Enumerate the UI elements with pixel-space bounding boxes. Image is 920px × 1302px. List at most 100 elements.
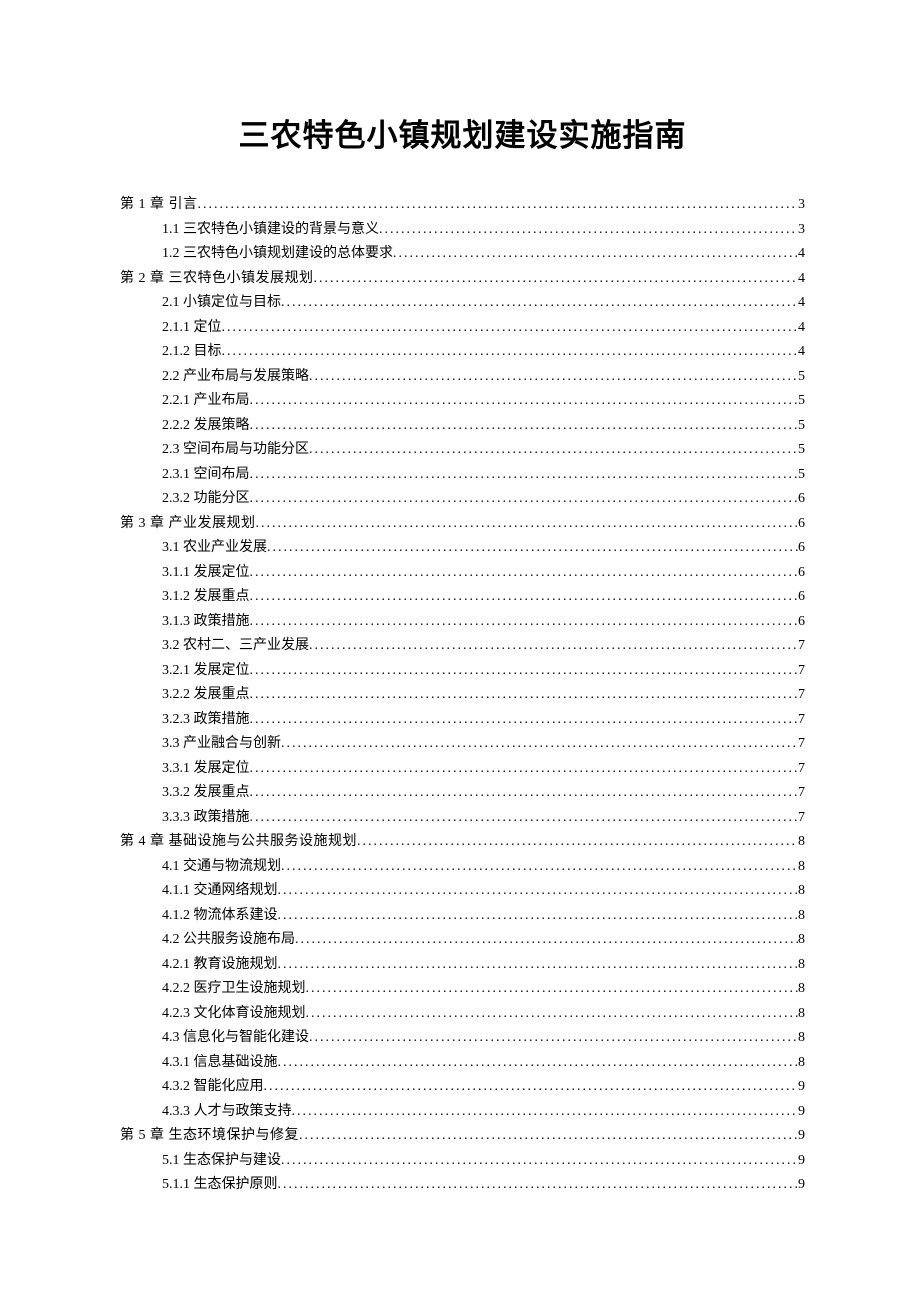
toc-entry[interactable]: 4.3.1 信息基础设施 8 <box>120 1051 805 1076</box>
toc-entry[interactable]: 第 3 章 产业发展规划 6 <box>120 512 805 537</box>
toc-leader-dots <box>314 267 799 292</box>
toc-entry-label: 2.3.2 功能分区 <box>162 487 250 512</box>
toc-leader-dots <box>222 316 799 341</box>
table-of-contents: 第 1 章 引言 31.1 三农特色小镇建设的背景与意义 31.2 三农特色小镇… <box>120 193 805 1198</box>
toc-leader-dots <box>250 781 799 806</box>
toc-leader-dots <box>278 1173 799 1198</box>
toc-entry-label: 4.2.1 教育设施规划 <box>162 953 278 978</box>
toc-entry[interactable]: 5.1 生态保护与建设 9 <box>120 1149 805 1174</box>
toc-entry[interactable]: 第 1 章 引言 3 <box>120 193 805 218</box>
toc-entry[interactable]: 2.3.2 功能分区 6 <box>120 487 805 512</box>
toc-entry[interactable]: 3.2.1 发展定位 7 <box>120 659 805 684</box>
toc-entry-label: 3.1 农业产业发展 <box>162 536 267 561</box>
toc-leader-dots <box>256 512 799 537</box>
toc-entry-label: 4.1.2 物流体系建设 <box>162 904 278 929</box>
toc-entry[interactable]: 2.1.2 目标 4 <box>120 340 805 365</box>
toc-entry[interactable]: 2.2.2 发展策略 5 <box>120 414 805 439</box>
toc-entry[interactable]: 1.2 三农特色小镇规划建设的总体要求 4 <box>120 242 805 267</box>
toc-entry[interactable]: 3.1.2 发展重点 6 <box>120 585 805 610</box>
toc-entry[interactable]: 3.3 产业融合与创新 7 <box>120 732 805 757</box>
toc-entry[interactable]: 第 4 章 基础设施与公共服务设施规划 8 <box>120 830 805 855</box>
toc-entry-page: 8 <box>798 855 805 880</box>
toc-entry[interactable]: 4.2 公共服务设施布局 8 <box>120 928 805 953</box>
toc-entry-label: 3.3 产业融合与创新 <box>162 732 281 757</box>
toc-leader-dots <box>309 634 798 659</box>
toc-entry[interactable]: 4.3.2 智能化应用 9 <box>120 1075 805 1100</box>
toc-leader-dots <box>379 218 798 243</box>
toc-entry-label: 3.1.1 发展定位 <box>162 561 250 586</box>
toc-entry[interactable]: 2.2 产业布局与发展策略 5 <box>120 365 805 390</box>
toc-leader-dots <box>250 585 799 610</box>
toc-entry-page: 4 <box>798 242 805 267</box>
toc-entry[interactable]: 2.1 小镇定位与目标 4 <box>120 291 805 316</box>
toc-entry[interactable]: 第 2 章 三农特色小镇发展规划 4 <box>120 267 805 292</box>
toc-entry[interactable]: 4.1.1 交通网络规划 8 <box>120 879 805 904</box>
toc-entry[interactable]: 2.2.1 产业布局 5 <box>120 389 805 414</box>
toc-entry[interactable]: 1.1 三农特色小镇建设的背景与意义 3 <box>120 218 805 243</box>
toc-entry-label: 2.2.1 产业布局 <box>162 389 250 414</box>
toc-entry-label: 4.3.2 智能化应用 <box>162 1075 264 1100</box>
toc-entry[interactable]: 3.3.2 发展重点 7 <box>120 781 805 806</box>
toc-leader-dots <box>357 830 798 855</box>
toc-entry-label: 4.1 交通与物流规划 <box>162 855 281 880</box>
toc-entry[interactable]: 第 5 章 生态环境保护与修复 9 <box>120 1124 805 1149</box>
toc-entry-label: 4.2.3 文化体育设施规划 <box>162 1002 306 1027</box>
toc-entry-page: 8 <box>798 830 805 855</box>
toc-entry-label: 第 2 章 三农特色小镇发展规划 <box>120 267 314 292</box>
toc-entry[interactable]: 4.2.2 医疗卫生设施规划 8 <box>120 977 805 1002</box>
toc-entry[interactable]: 3.3.3 政策措施 7 <box>120 806 805 831</box>
toc-entry-page: 5 <box>798 414 805 439</box>
toc-entry-label: 2.3 空间布局与功能分区 <box>162 438 309 463</box>
toc-entry[interactable]: 4.2.3 文化体育设施规划 8 <box>120 1002 805 1027</box>
toc-entry[interactable]: 2.3 空间布局与功能分区 5 <box>120 438 805 463</box>
toc-entry-label: 2.3.1 空间布局 <box>162 463 250 488</box>
toc-entry-label: 第 3 章 产业发展规划 <box>120 512 256 537</box>
toc-entry-label: 3.2 农村二、三产业发展 <box>162 634 309 659</box>
toc-entry-label: 第 5 章 生态环境保护与修复 <box>120 1124 299 1149</box>
toc-entry-page: 7 <box>798 683 805 708</box>
toc-leader-dots <box>250 561 799 586</box>
toc-entry-page: 6 <box>798 487 805 512</box>
toc-entry[interactable]: 2.1.1 定位 4 <box>120 316 805 341</box>
toc-entry[interactable]: 3.1.1 发展定位 6 <box>120 561 805 586</box>
toc-entry[interactable]: 4.1.2 物流体系建设 8 <box>120 904 805 929</box>
toc-entry-page: 7 <box>798 708 805 733</box>
toc-leader-dots <box>278 904 799 929</box>
toc-entry-page: 5 <box>798 463 805 488</box>
toc-leader-dots <box>278 1051 799 1076</box>
toc-entry[interactable]: 2.3.1 空间布局 5 <box>120 463 805 488</box>
toc-entry-label: 2.2 产业布局与发展策略 <box>162 365 309 390</box>
toc-entry[interactable]: 4.2.1 教育设施规划 8 <box>120 953 805 978</box>
toc-entry-page: 8 <box>798 977 805 1002</box>
toc-entry-label: 4.3 信息化与智能化建设 <box>162 1026 309 1051</box>
toc-entry[interactable]: 5.1.1 生态保护原则 9 <box>120 1173 805 1198</box>
toc-leader-dots <box>309 365 798 390</box>
toc-entry[interactable]: 3.2.2 发展重点 7 <box>120 683 805 708</box>
toc-leader-dots <box>250 806 799 831</box>
toc-entry[interactable]: 4.3 信息化与智能化建设 8 <box>120 1026 805 1051</box>
toc-leader-dots <box>250 708 799 733</box>
toc-leader-dots <box>309 1026 798 1051</box>
toc-entry[interactable]: 3.1.3 政策措施 6 <box>120 610 805 635</box>
toc-entry[interactable]: 4.3.3 人才与政策支持 9 <box>120 1100 805 1125</box>
toc-entry-label: 第 4 章 基础设施与公共服务设施规划 <box>120 830 357 855</box>
toc-entry[interactable]: 3.1 农业产业发展 6 <box>120 536 805 561</box>
toc-entry-label: 4.2.2 医疗卫生设施规划 <box>162 977 306 1002</box>
toc-entry-label: 第 1 章 引言 <box>120 193 198 218</box>
toc-entry-page: 8 <box>798 953 805 978</box>
toc-leader-dots <box>250 757 799 782</box>
toc-entry-label: 4.1.1 交通网络规划 <box>162 879 278 904</box>
toc-entry[interactable]: 4.1 交通与物流规划 8 <box>120 855 805 880</box>
toc-entry[interactable]: 3.3.1 发展定位 7 <box>120 757 805 782</box>
toc-entry-page: 7 <box>798 732 805 757</box>
toc-leader-dots <box>264 1075 799 1100</box>
toc-leader-dots <box>295 928 798 953</box>
toc-leader-dots <box>250 414 799 439</box>
toc-leader-dots <box>281 1149 798 1174</box>
toc-leader-dots <box>250 683 799 708</box>
toc-entry[interactable]: 3.2 农村二、三产业发展 7 <box>120 634 805 659</box>
toc-leader-dots <box>250 463 799 488</box>
toc-entry[interactable]: 3.2.3 政策措施 7 <box>120 708 805 733</box>
toc-entry-label: 3.2.2 发展重点 <box>162 683 250 708</box>
toc-entry-page: 6 <box>798 585 805 610</box>
